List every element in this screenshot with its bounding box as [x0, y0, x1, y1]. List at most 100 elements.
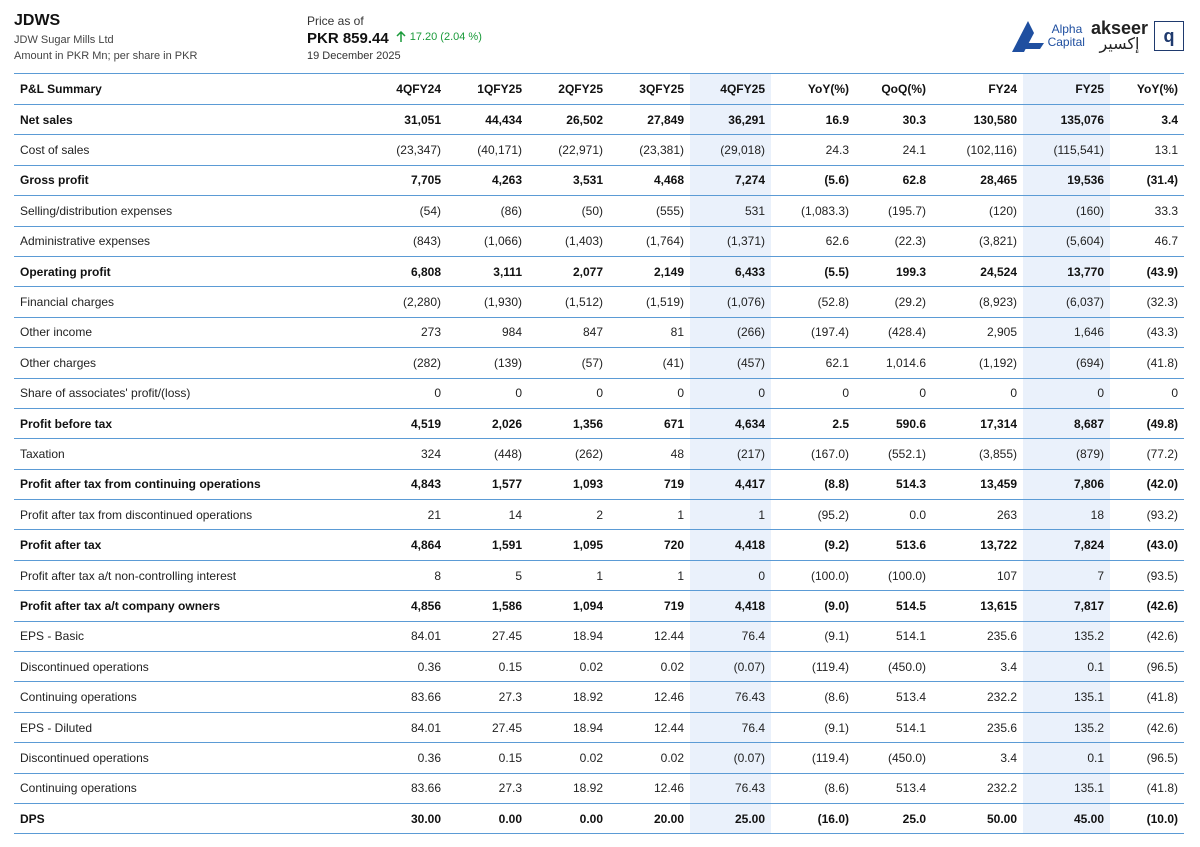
- table-cell: (8.6): [824, 690, 849, 705]
- table-cell: 1: [677, 507, 684, 522]
- table-cell: 12.46: [653, 781, 684, 796]
- table-cell: 719: [663, 598, 684, 613]
- table-cell: 16.9: [825, 112, 849, 127]
- table-cell: 21: [427, 507, 441, 522]
- table-cell: 232.2: [986, 690, 1017, 705]
- table-cell: 4,468: [653, 173, 684, 188]
- table-cell: 1: [596, 568, 603, 583]
- table-cell: 3.4: [1000, 659, 1017, 674]
- table-cell: 1: [677, 568, 684, 583]
- table-cell: 4,856: [410, 598, 441, 613]
- table-cell: (57): [581, 355, 603, 370]
- row-label: Discontinued operations: [20, 750, 149, 765]
- table-cell: 590.6: [895, 416, 926, 431]
- table-cell: 4,418: [690, 590, 771, 622]
- table-cell: 1,586: [491, 598, 522, 613]
- table-cell: (93.5): [1146, 568, 1178, 583]
- table-cell: (282): [412, 355, 441, 370]
- table-cell: 18.92: [572, 690, 603, 705]
- table-cell: 135.1: [1023, 681, 1110, 713]
- table-cell: 0.1: [1023, 651, 1110, 682]
- table-cell: (552.1): [887, 446, 926, 461]
- table-cell: 199.3: [895, 264, 926, 279]
- table-cell: 18: [1023, 499, 1110, 530]
- akseer-arabic-text: إكسير: [1099, 36, 1140, 53]
- table-cell: (77.2): [1146, 446, 1178, 461]
- table-cell: 4,263: [491, 173, 522, 188]
- table-cell: 0.02: [660, 659, 684, 674]
- table-cell: (3,855): [978, 446, 1017, 461]
- table-cell: (879): [1023, 438, 1110, 470]
- table-cell: (266): [690, 317, 771, 348]
- table-cell: (9.1): [824, 629, 849, 644]
- table-row: Cost of sales (23,347) (40,171) (22,971) (23…: [14, 134, 1184, 166]
- table-cell: (555): [655, 203, 684, 218]
- table-cell: 44,434: [485, 112, 522, 127]
- table-cell: 3,111: [493, 264, 522, 279]
- table-cell: (23,381): [639, 143, 684, 158]
- table-row: Financial charges (2,280) (1,930) (1,512) (1…: [14, 286, 1184, 318]
- table-cell: 0.00: [579, 811, 603, 826]
- column-header: FY25: [1023, 73, 1110, 105]
- table-cell: (41.8): [1146, 781, 1178, 796]
- table-cell: 2,026: [491, 416, 522, 431]
- table-row: EPS - Diluted 84.01 27.45 18.94 12.44 76.4 (9.…: [14, 712, 1184, 743]
- table-cell: (1,403): [564, 234, 603, 249]
- table-cell: (41.8): [1146, 690, 1178, 705]
- table-row: DPS 30.00 0.00 0.00 20.00 25.00 (16.0) 25.0 50.0…: [14, 803, 1184, 834]
- table-cell: (195.7): [887, 203, 926, 218]
- table-cell: 0.00: [498, 811, 522, 826]
- table-cell: (694): [1023, 347, 1110, 379]
- table-cell: 0: [842, 386, 849, 401]
- table-cell: 1,356: [572, 416, 603, 431]
- table-cell: (52.8): [817, 295, 849, 310]
- table-row: Other income 273 984 847 81 (266) (197.4) (428.…: [14, 317, 1184, 348]
- table-cell: 1,014.6: [885, 355, 926, 370]
- table-cell: (120): [988, 203, 1017, 218]
- table-cell: 130,580: [973, 112, 1017, 127]
- table-header-row: P&L Summary 4QFY24 1QFY25 2QFY25 3QFY25 4QFY2…: [14, 73, 1184, 105]
- table-row: EPS - Basic 84.01 27.45 18.94 12.44 76.4 (9.1)…: [14, 621, 1184, 652]
- table-cell: (843): [412, 234, 441, 249]
- table-cell: 48: [670, 446, 684, 461]
- table-cell: 531: [690, 195, 771, 227]
- table-cell: 720: [663, 538, 684, 553]
- table-cell: 76.43: [690, 773, 771, 804]
- table-cell: (23,347): [396, 143, 441, 158]
- table-cell: 4,843: [410, 477, 441, 492]
- row-label: Selling/distribution expenses: [20, 203, 173, 218]
- units-note: Amount in PKR Mn; per share in PKR: [14, 50, 198, 62]
- table-cell: 0: [677, 386, 684, 401]
- akseer-text: akseer: [1090, 18, 1148, 38]
- table-cell: 1,577: [491, 477, 522, 492]
- table-cell: (5.6): [824, 173, 849, 188]
- table-cell: 4,519: [410, 416, 441, 431]
- table-cell: (0.07): [690, 742, 771, 774]
- column-header: 4QFY25: [690, 73, 771, 105]
- table-cell: 513.4: [895, 690, 926, 705]
- table-cell: 81: [670, 325, 684, 340]
- table-cell: 0: [1023, 378, 1110, 409]
- table-cell: (262): [574, 446, 603, 461]
- row-label: Net sales: [20, 112, 73, 127]
- column-header: YoY(%): [807, 82, 849, 96]
- table-cell: 4,864: [410, 538, 441, 553]
- table-cell: 12.44: [653, 720, 684, 735]
- table-row: Continuing operations 83.66 27.3 18.92 12.46…: [14, 773, 1184, 804]
- table-cell: 3.4: [1000, 750, 1017, 765]
- table-cell: 7: [1023, 560, 1110, 591]
- arrow-up-icon: [396, 31, 406, 42]
- table-cell: 84.01: [410, 720, 441, 735]
- table-row: Profit after tax 4,864 1,591 1,095 720 4,418 (…: [14, 529, 1184, 561]
- table-cell: 62.8: [902, 173, 926, 188]
- table-cell: 30.00: [410, 811, 441, 826]
- table-cell: 13,615: [980, 598, 1017, 613]
- table-cell: (217): [690, 438, 771, 470]
- table-cell: (448): [493, 446, 522, 461]
- table-cell: 0.02: [579, 659, 603, 674]
- table-cell: (9.1): [824, 720, 849, 735]
- table-cell: 27.45: [491, 629, 522, 644]
- table-cell: (1,930): [483, 295, 522, 310]
- akseer-logo: akseer إكسير: [1091, 19, 1148, 53]
- row-label: Other charges: [20, 355, 97, 370]
